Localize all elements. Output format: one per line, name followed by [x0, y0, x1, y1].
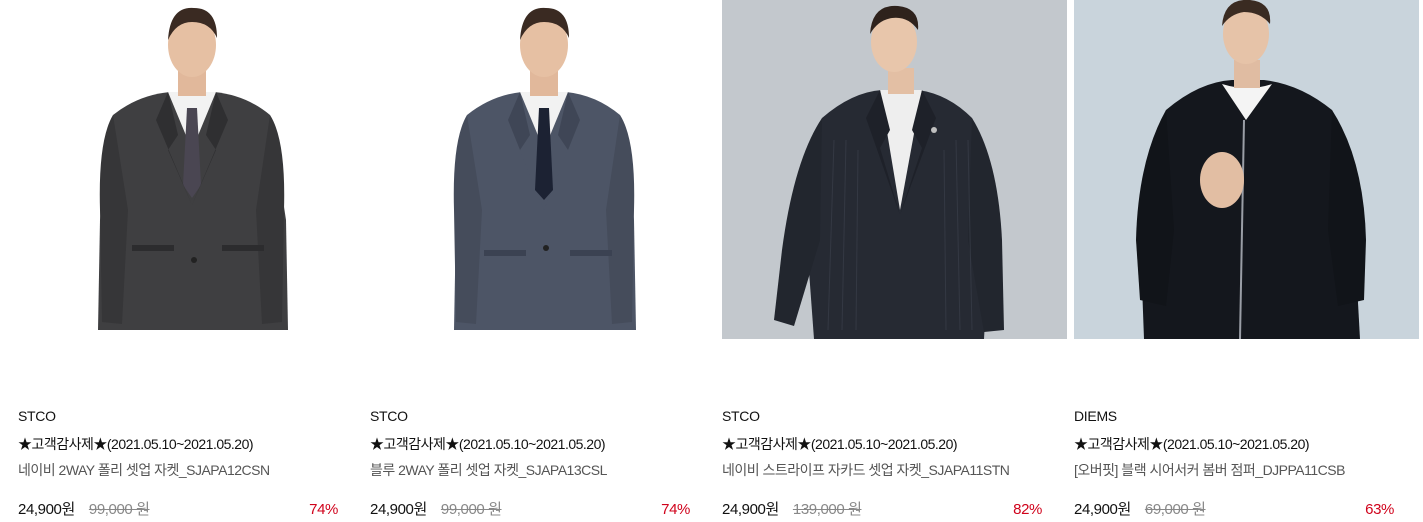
- original-price: 99,000 원: [88, 501, 150, 518]
- product-name[interactable]: 블루 2WAY 폴리 셋업 자켓_SJAPA13CSL: [370, 461, 715, 479]
- price-row: 24,900원 99,000 원 74%: [370, 500, 715, 520]
- brand-name: STCO: [18, 408, 56, 424]
- promo-label: ★고객감사제★(2021.05.10~2021.05.20): [722, 436, 958, 452]
- brand-name: STCO: [370, 408, 408, 424]
- product-card[interactable]: STCO ★고객감사제★(2021.05.10~2021.05.20) 네이비 …: [18, 0, 363, 520]
- sale-price: 24,900원: [370, 501, 427, 518]
- brand-name: DIEMS: [1074, 408, 1117, 424]
- discount-rate: 74%: [309, 501, 338, 518]
- product-grid: STCO ★고객감사제★(2021.05.10~2021.05.20) 네이비 …: [18, 0, 1419, 520]
- product-card[interactable]: STCO ★고객감사제★(2021.05.10~2021.05.20) 블루 2…: [370, 0, 715, 520]
- sale-price: 24,900원: [1074, 501, 1131, 518]
- price-row: 24,900원 69,000 원 63%: [1074, 500, 1419, 520]
- product-name[interactable]: 네이비 2WAY 폴리 셋업 자켓_SJAPA12CSN: [18, 461, 363, 479]
- product-card[interactable]: DIEMS ★고객감사제★(2021.05.10~2021.05.20) [오버…: [1074, 0, 1419, 520]
- promo-label: ★고객감사제★(2021.05.10~2021.05.20): [1074, 436, 1310, 452]
- product-image[interactable]: [18, 0, 363, 339]
- discount-rate: 63%: [1365, 501, 1394, 518]
- product-image[interactable]: [722, 0, 1067, 339]
- original-price: 99,000 원: [440, 501, 502, 518]
- original-price: 69,000 원: [1144, 501, 1206, 518]
- sale-price: 24,900원: [722, 501, 779, 518]
- product-name[interactable]: 네이비 스트라이프 자카드 셋업 자켓_SJAPA11STN: [722, 461, 1067, 479]
- promo-label: ★고객감사제★(2021.05.10~2021.05.20): [18, 436, 254, 452]
- discount-rate: 74%: [661, 501, 690, 518]
- discount-rate: 82%: [1013, 501, 1042, 518]
- brand-name: STCO: [722, 408, 760, 424]
- price-row: 24,900원 139,000 원 82%: [722, 500, 1067, 520]
- price-row: 24,900원 99,000 원 74%: [18, 500, 363, 520]
- product-image[interactable]: [370, 0, 715, 339]
- product-card[interactable]: STCO ★고객감사제★(2021.05.10~2021.05.20) 네이비 …: [722, 0, 1067, 520]
- sale-price: 24,900원: [18, 501, 75, 518]
- promo-label: ★고객감사제★(2021.05.10~2021.05.20): [370, 436, 606, 452]
- product-image[interactable]: [1074, 0, 1419, 339]
- product-name[interactable]: [오버핏] 블랙 시어서커 봄버 점퍼_DJPPA11CSB: [1074, 461, 1419, 479]
- original-price: 139,000 원: [792, 501, 862, 518]
